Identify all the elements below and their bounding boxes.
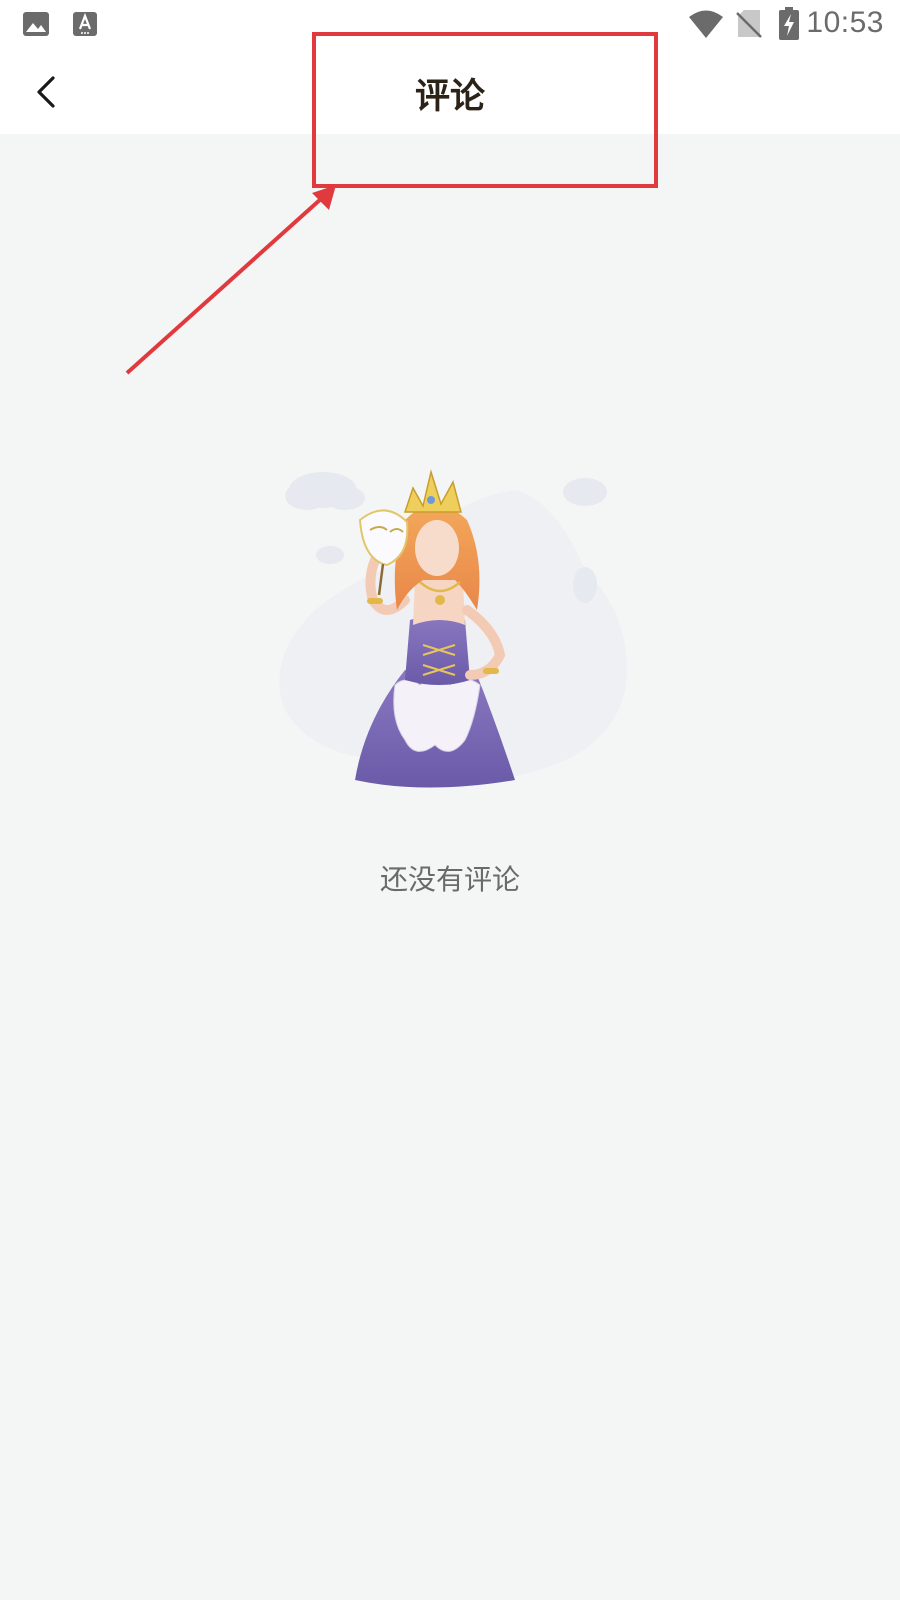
status-time: 10:53	[806, 6, 884, 39]
image-icon	[23, 12, 49, 36]
wifi-icon	[689, 10, 723, 38]
annotation-highlight-box	[312, 32, 658, 188]
text-input-icon	[73, 12, 97, 36]
battery-charging-icon	[779, 7, 799, 40]
empty-state-illustration	[279, 469, 627, 788]
empty-state-message: 还没有评论	[379, 863, 520, 896]
no-sim-icon	[736, 10, 762, 38]
